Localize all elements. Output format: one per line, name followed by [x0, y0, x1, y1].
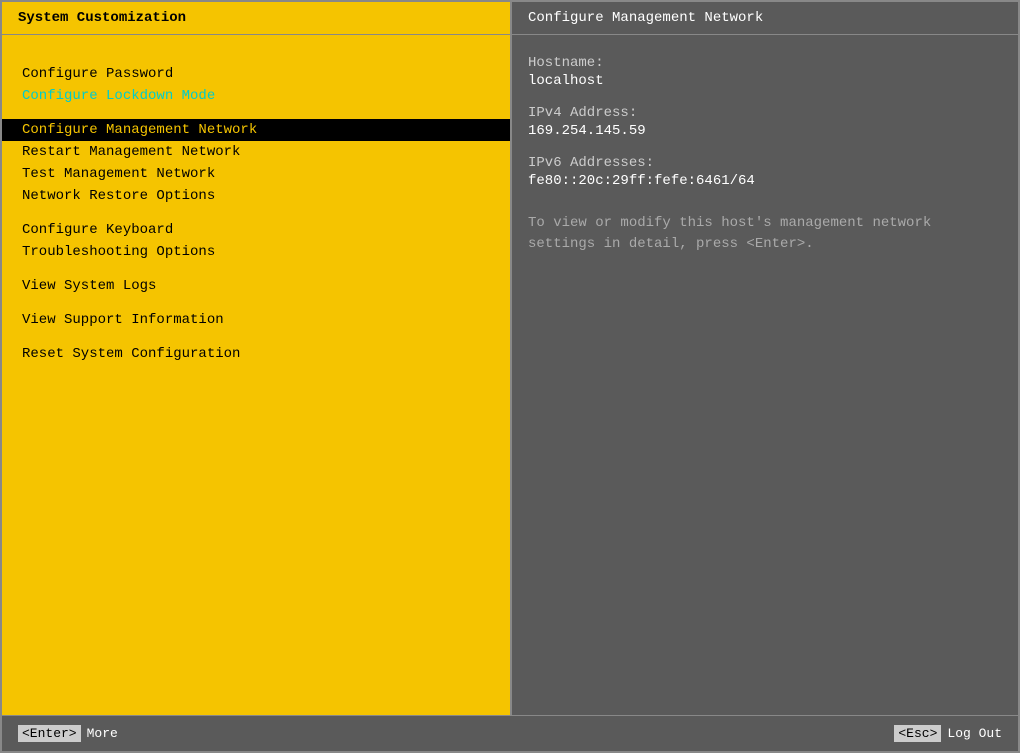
menu-item-configure-password[interactable]: Configure Password: [2, 63, 510, 85]
menu-item-view-logs[interactable]: View System Logs: [2, 275, 510, 297]
logout-label: Log Out: [947, 726, 1002, 741]
hostname-value: localhost: [528, 73, 1002, 89]
bottom-left-actions: <Enter> More: [18, 725, 118, 742]
screen: System Customization Configure Password …: [0, 0, 1020, 753]
right-panel-title: Configure Management Network: [528, 10, 763, 26]
left-content: Configure Password Configure Lockdown Mo…: [2, 35, 510, 715]
ipv6-value: fe80::20c:29ff:fefe:6461/64: [528, 173, 1002, 189]
enter-key[interactable]: <Enter>: [18, 725, 81, 742]
menu-item-test-mgmt-network[interactable]: Test Management Network: [2, 163, 510, 185]
bottom-right-actions: <Esc> Log Out: [894, 725, 1002, 742]
menu-item-troubleshooting[interactable]: Troubleshooting Options: [2, 241, 510, 263]
ipv4-value: 169.254.145.59: [528, 123, 1002, 139]
menu-item-restart-mgmt-network[interactable]: Restart Management Network: [2, 141, 510, 163]
esc-key[interactable]: <Esc>: [894, 725, 941, 742]
menu-item-configure-mgmt-network[interactable]: Configure Management Network: [2, 119, 510, 141]
ipv4-label: IPv4 Address:: [528, 105, 1002, 121]
left-panel-title: System Customization: [18, 10, 186, 26]
menu-item-network-restore[interactable]: Network Restore Options: [2, 185, 510, 207]
bottom-bar: <Enter> More <Esc> Log Out: [2, 715, 1018, 751]
ipv6-label: IPv6 Addresses:: [528, 155, 1002, 171]
more-label: More: [87, 726, 118, 741]
description: To view or modify this host's management…: [528, 213, 1002, 255]
hostname-label: Hostname:: [528, 55, 1002, 71]
menu-item-view-support[interactable]: View Support Information: [2, 309, 510, 331]
left-panel: System Customization Configure Password …: [2, 2, 512, 715]
right-content: Hostname: localhost IPv4 Address: 169.25…: [512, 35, 1018, 715]
right-header: Configure Management Network: [512, 2, 1018, 35]
left-header: System Customization: [2, 2, 510, 35]
menu-item-configure-keyboard[interactable]: Configure Keyboard: [2, 219, 510, 241]
main-area: System Customization Configure Password …: [2, 2, 1018, 715]
menu-item-configure-lockdown[interactable]: Configure Lockdown Mode: [2, 85, 510, 107]
menu-item-reset-config[interactable]: Reset System Configuration: [2, 343, 510, 365]
right-panel: Configure Management Network Hostname: l…: [512, 2, 1018, 715]
